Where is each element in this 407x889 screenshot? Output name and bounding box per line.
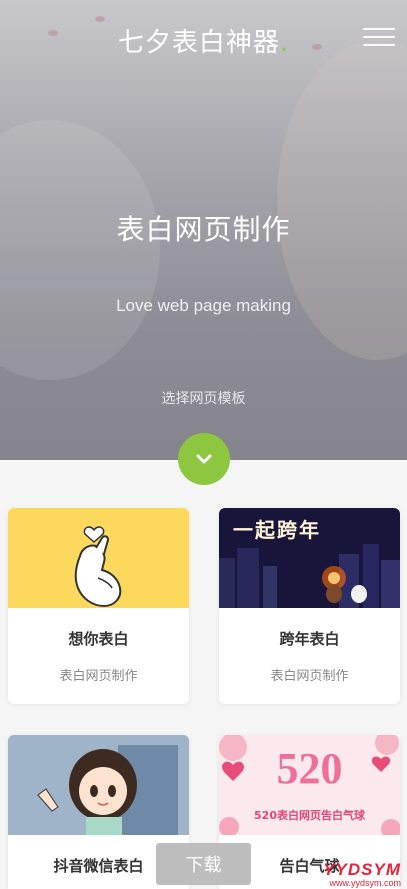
choose-template-link[interactable]: 选择网页模板 xyxy=(0,388,407,408)
watermark-url: www.yydsym.com xyxy=(329,878,401,888)
card-thumbnail xyxy=(8,508,189,608)
card-description: 表白网页制作 xyxy=(59,669,138,684)
template-card[interactable]: 一起跨年 跨年表白 表白网页制作 xyxy=(219,508,400,704)
card-thumbnail: 520 520表白网页告白气球 xyxy=(219,735,400,835)
chevron-down-icon xyxy=(196,454,212,464)
card-description: 表白网页制作 xyxy=(270,669,349,684)
finger-heart-icon xyxy=(74,526,122,608)
scroll-down-button[interactable] xyxy=(178,433,230,485)
anime-girl-illustration xyxy=(8,735,189,835)
template-card[interactable]: 想你表白 表白网页制作 xyxy=(8,508,189,704)
card-thumbnail xyxy=(8,735,189,835)
hero-banner: 七夕表白神器. 表白网页制作 Love web page making 选择网页… xyxy=(0,0,407,460)
card-title: 跨年表白 xyxy=(279,630,340,648)
thumbnail-number: 520 xyxy=(276,744,343,793)
brand-dot: . xyxy=(279,28,290,58)
hero-title: 表白网页制作 xyxy=(116,213,291,246)
watermark-logo-text: YYDSYM xyxy=(323,860,401,879)
download-button[interactable]: 下载 xyxy=(156,843,251,885)
hamburger-menu-icon[interactable] xyxy=(363,28,395,50)
brand-title[interactable]: 七夕表白神器. xyxy=(0,22,407,59)
card-thumbnail: 一起跨年 xyxy=(219,508,400,608)
card-title: 想你表白 xyxy=(68,630,129,648)
thumbnail-caption: 一起跨年 xyxy=(233,518,321,542)
hero-subtitle: Love web page making xyxy=(116,296,291,315)
thumbnail-caption: 520表白网页告白气球 xyxy=(254,809,365,822)
site-watermark: YYDSYM www.yydsym.com xyxy=(323,860,401,888)
brand-text: 七夕表白神器 xyxy=(117,28,280,58)
hero-background-shape xyxy=(0,120,160,380)
